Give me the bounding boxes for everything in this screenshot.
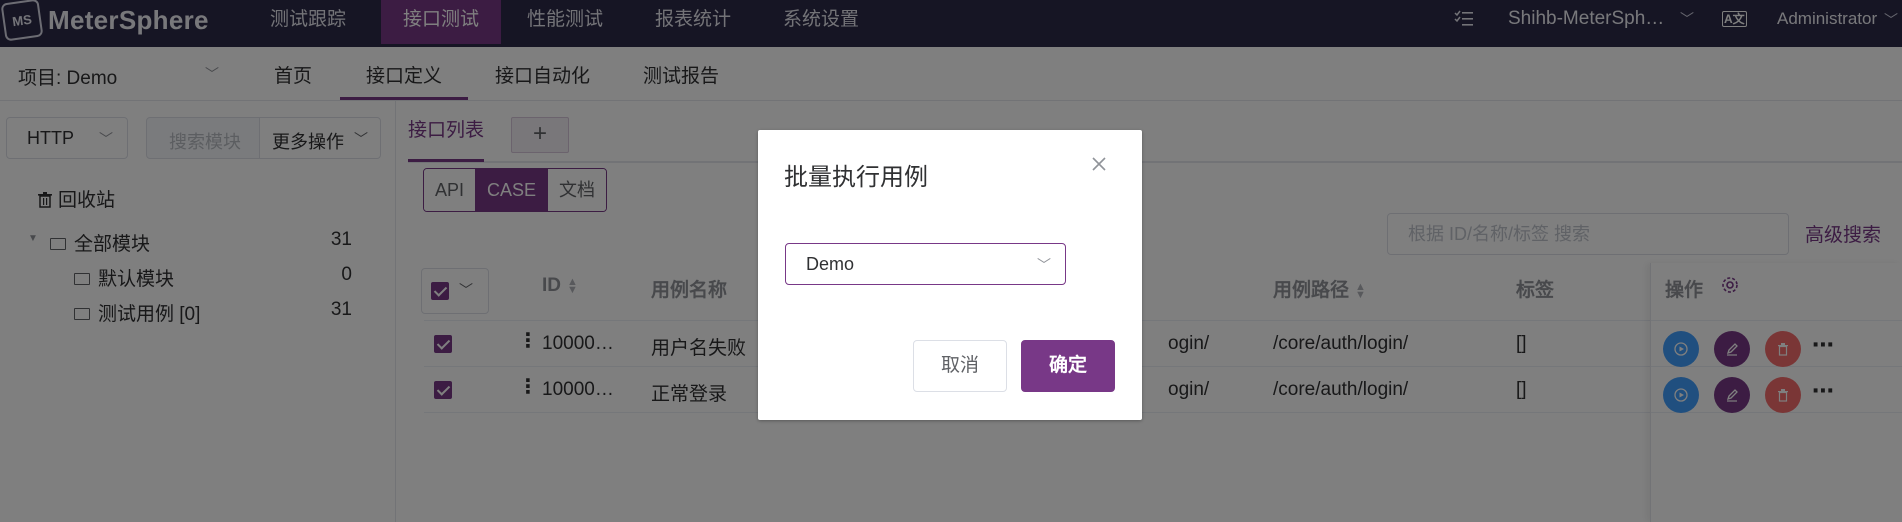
confirm-button[interactable]: 确定 — [1021, 340, 1115, 392]
environment-select-value: Demo — [806, 254, 855, 274]
chevron-down-icon: ﹀ — [1037, 257, 1051, 273]
dialog-title: 批量执行用例 — [784, 164, 928, 191]
cancel-button[interactable]: 取消 — [913, 340, 1007, 392]
close-icon[interactable] — [1091, 153, 1107, 177]
batch-run-dialog: 批量执行用例 Demo ﹀ 取消 确定 — [758, 130, 1142, 420]
environment-select[interactable]: Demo ﹀ — [785, 243, 1066, 285]
